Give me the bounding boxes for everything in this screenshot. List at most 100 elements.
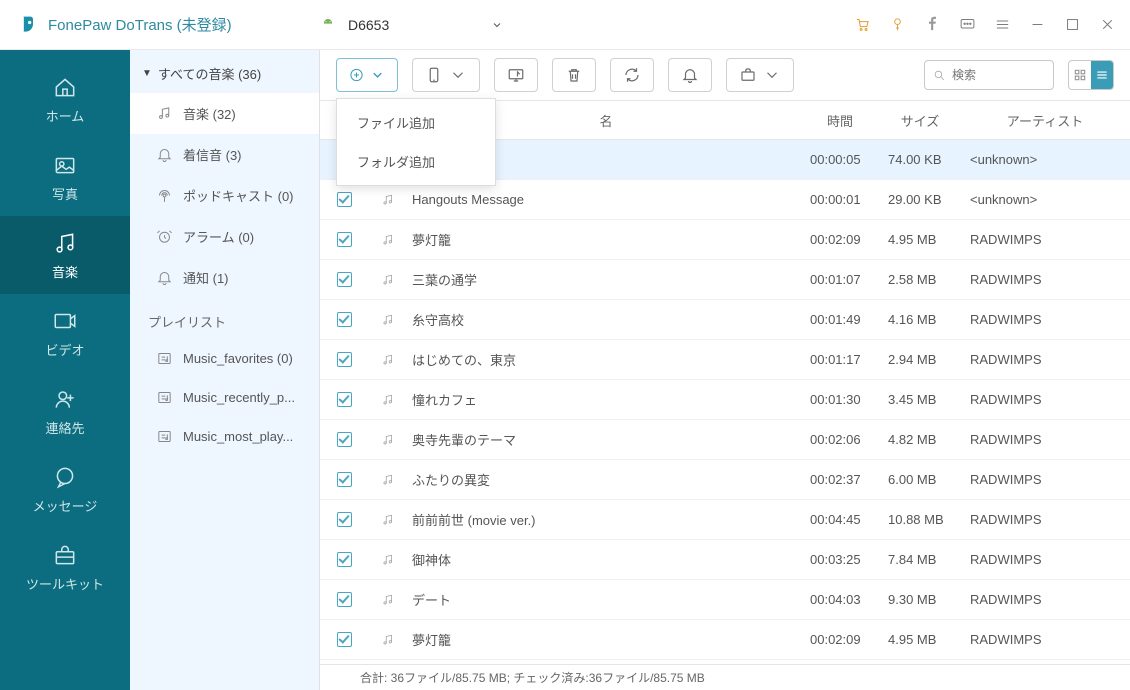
playlist-item[interactable]: Music_favorites (0) (130, 339, 319, 378)
row-checkbox[interactable] (320, 352, 368, 367)
nav-item-toolkit[interactable]: ツールキット (0, 528, 130, 606)
chevron-down-icon (491, 19, 503, 31)
nav-item-music[interactable]: 音楽 (0, 216, 130, 294)
row-size: 74.00 KB (880, 152, 960, 167)
row-icon (368, 473, 408, 487)
nav-item-photo[interactable]: 写真 (0, 138, 130, 216)
nav-item-contacts[interactable]: 連絡先 (0, 372, 130, 450)
table-row[interactable]: 前前前世 (movie ver.)00:04:4510.88 MBRADWIMP… (320, 500, 1130, 540)
sidebar-item-alarm[interactable]: アラーム (0) (130, 216, 319, 257)
row-checkbox[interactable] (320, 272, 368, 287)
table-row[interactable]: はじめての、東京00:01:172.94 MBRADWIMPS (320, 340, 1130, 380)
playlist-label: Music_recently_p... (183, 390, 295, 405)
feedback-icon[interactable] (959, 16, 976, 33)
row-checkbox[interactable] (320, 432, 368, 447)
row-artist: RADWIMPS (960, 512, 1130, 527)
nav-label: 連絡先 (45, 418, 84, 437)
row-icon (368, 433, 408, 447)
delete-button[interactable] (552, 58, 596, 92)
table-row[interactable]: Hangouts Message00:00:0129.00 KB<unknown… (320, 180, 1130, 220)
row-size: 4.16 MB (880, 312, 960, 327)
row-artist: RADWIMPS (960, 352, 1130, 367)
grid-icon (1073, 68, 1087, 82)
cart-icon[interactable] (854, 16, 871, 33)
maximize-icon[interactable] (1064, 16, 1081, 33)
refresh-button[interactable] (610, 58, 654, 92)
add-dropdown-menu: ファイル追加フォルダ追加 (336, 98, 496, 186)
minimize-icon[interactable] (1029, 16, 1046, 33)
table-row[interactable]: ふたりの異変00:02:376.00 MBRADWIMPS (320, 460, 1130, 500)
table-row[interactable]: 夢灯籠00:02:094.95 MBRADWIMPS (320, 220, 1130, 260)
drop-item[interactable]: ファイル追加 (337, 103, 495, 142)
sidebar-item-music[interactable]: 音楽 (32) (130, 93, 319, 134)
table-row[interactable]: 糸守高校00:01:494.16 MBRADWIMPS (320, 300, 1130, 340)
row-time: 00:02:06 (800, 432, 880, 447)
row-checkbox[interactable] (320, 192, 368, 207)
grid-view-button[interactable] (1069, 61, 1091, 89)
facebook-icon[interactable] (924, 16, 941, 33)
chevron-down-icon (449, 66, 467, 84)
sidebar-item-ringtone[interactable]: 着信音 (3) (130, 134, 319, 175)
toolkit-button[interactable] (726, 58, 794, 92)
row-artist: RADWIMPS (960, 432, 1130, 447)
row-name: 三葉の通学 (408, 270, 800, 289)
playlist-item[interactable]: Music_recently_p... (130, 378, 319, 417)
playlist-icon (156, 428, 173, 445)
playlist-item[interactable]: Music_most_play... (130, 417, 319, 456)
row-checkbox[interactable] (320, 472, 368, 487)
table-row[interactable]: 三葉の通学00:01:072.58 MBRADWIMPS (320, 260, 1130, 300)
add-button[interactable] (336, 58, 398, 92)
chevron-down-icon (763, 66, 781, 84)
row-artist: RADWIMPS (960, 232, 1130, 247)
music-note-icon (381, 433, 395, 447)
table-row[interactable]: 御神体00:03:257.84 MBRADWIMPS (320, 540, 1130, 580)
table-row[interactable]: 憧れカフェ00:01:303.45 MBRADWIMPS (320, 380, 1130, 420)
row-artist: RADWIMPS (960, 632, 1130, 647)
device-selector[interactable]: D6653 (320, 17, 680, 33)
music-note-icon (381, 273, 395, 287)
col-time[interactable]: 時間 (800, 111, 880, 130)
android-icon (320, 17, 336, 33)
row-checkbox[interactable] (320, 232, 368, 247)
export-phone-button[interactable] (412, 58, 480, 92)
search-box[interactable] (924, 60, 1054, 90)
row-icon (368, 553, 408, 567)
music-icon (52, 230, 78, 256)
key-icon[interactable] (889, 16, 906, 33)
export-pc-button[interactable] (494, 58, 538, 92)
ringtone-button[interactable] (668, 58, 712, 92)
sidebar-item-notify[interactable]: 通知 (1) (130, 257, 319, 298)
menu-icon[interactable] (994, 16, 1011, 33)
table-row[interactable]: デート00:04:039.30 MBRADWIMPS (320, 580, 1130, 620)
list-view-button[interactable] (1091, 61, 1113, 89)
view-toggle (1068, 60, 1114, 90)
sidebar-header[interactable]: ▼ すべての音楽 (36) (130, 50, 319, 93)
sidebar-item-podcast[interactable]: ポッドキャスト (0) (130, 175, 319, 216)
table-body[interactable]: Hangouts Call00:00:0574.00 KB<unknown>Ha… (320, 140, 1130, 664)
toolkit-icon (52, 542, 78, 568)
row-checkbox[interactable] (320, 632, 368, 647)
nav-item-video[interactable]: ビデオ (0, 294, 130, 372)
row-checkbox[interactable] (320, 512, 368, 527)
drop-item[interactable]: フォルダ追加 (337, 142, 495, 181)
row-time: 00:03:25 (800, 552, 880, 567)
app-logo (18, 13, 38, 37)
row-checkbox[interactable] (320, 312, 368, 327)
table-row[interactable]: 奥寺先輩のテーマ00:02:064.82 MBRADWIMPS (320, 420, 1130, 460)
sidebar-item-label: 着信音 (3) (183, 145, 242, 164)
row-checkbox[interactable] (320, 392, 368, 407)
podcast-icon (156, 187, 173, 204)
nav-item-home[interactable]: ホーム (0, 60, 130, 138)
close-icon[interactable] (1099, 16, 1116, 33)
nav-item-messages[interactable]: メッセージ (0, 450, 130, 528)
row-checkbox[interactable] (320, 592, 368, 607)
row-checkbox[interactable] (320, 552, 368, 567)
table-row[interactable]: 夢灯籠00:02:094.95 MBRADWIMPS (320, 620, 1130, 660)
device-name: D6653 (348, 17, 389, 33)
search-input[interactable] (952, 68, 1032, 82)
messages-icon (52, 464, 78, 490)
col-size[interactable]: サイズ (880, 111, 960, 130)
sidebar-item-label: アラーム (0) (183, 227, 254, 246)
nav-label: ホーム (46, 106, 85, 125)
col-artist[interactable]: アーティスト (960, 111, 1130, 130)
